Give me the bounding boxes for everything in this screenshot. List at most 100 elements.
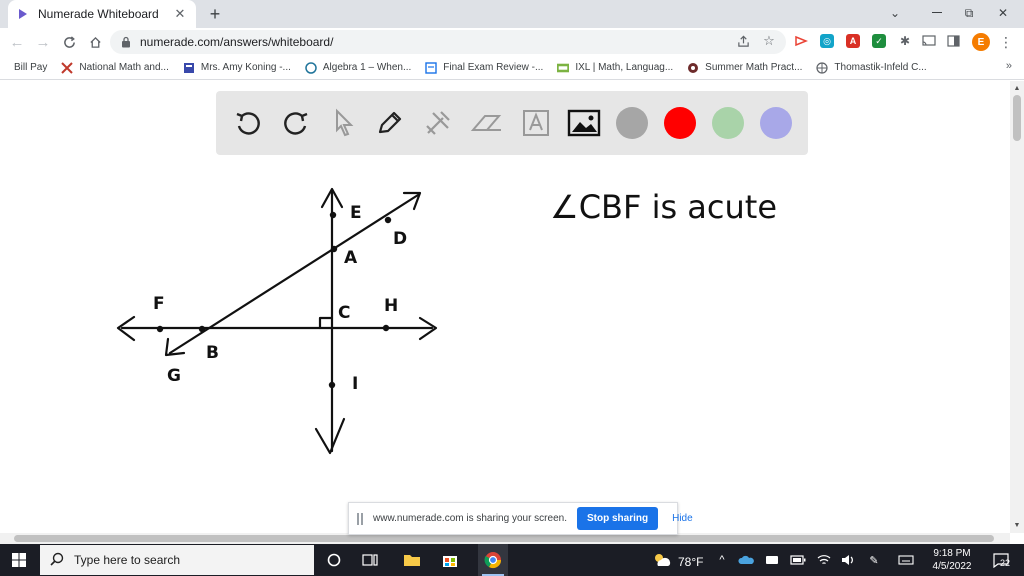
hide-button[interactable]: Hide	[666, 507, 699, 530]
onedrive-icon[interactable]	[738, 552, 754, 568]
statement-text: ∠CBF is acute	[550, 188, 777, 226]
bookmark-item[interactable]: Final Exam Review -...	[425, 61, 543, 74]
bookmark-item[interactable]: Thomastik-Infeld C...	[816, 61, 927, 74]
file-explorer-icon[interactable]	[402, 550, 422, 570]
globe-icon	[816, 61, 829, 74]
tab-strip: Numerade Whiteboard ✕ + ⌄ ⧉ ✕	[0, 0, 1024, 28]
notifications-icon[interactable]: 22	[990, 550, 1012, 570]
label-f: F	[153, 294, 165, 314]
eraser-icon[interactable]	[468, 105, 504, 141]
close-window-icon[interactable]: ✕	[988, 2, 1018, 24]
vertical-scrollbar[interactable]: ▲ ▼	[1010, 81, 1024, 533]
undo-icon[interactable]	[230, 105, 266, 141]
pointer-icon[interactable]	[326, 105, 362, 141]
circle-icon	[687, 62, 699, 74]
bookmark-item[interactable]: Bill Pay	[14, 62, 47, 73]
stop-sharing-button[interactable]: Stop sharing	[576, 507, 659, 530]
text-tool-icon[interactable]	[518, 105, 554, 141]
vertical-scroll-thumb[interactable]	[1013, 95, 1021, 141]
image-icon[interactable]	[566, 105, 602, 141]
point-i	[328, 381, 336, 389]
label-e: E	[350, 203, 362, 223]
numerade-favicon-icon	[16, 7, 30, 21]
scroll-down-icon[interactable]: ▼	[1013, 521, 1021, 529]
label-b: B	[206, 343, 219, 363]
clock-date: 4/5/2022	[932, 561, 972, 572]
new-tab-button[interactable]: +	[204, 4, 226, 24]
back-icon[interactable]: ←	[6, 32, 28, 52]
label-c: C	[338, 303, 350, 323]
restore-icon[interactable]: ⧉	[954, 2, 984, 24]
address-bar[interactable]: numerade.com/answers/whiteboard/	[110, 30, 786, 54]
share-message: www.numerade.com is sharing your screen.	[373, 513, 567, 524]
system-clock[interactable]: 9:18 PM 4/5/2022	[926, 547, 978, 573]
windows-start-icon[interactable]	[12, 553, 26, 567]
bookmark-label: Mrs. Amy Koning -...	[200, 62, 291, 73]
tab-numerade-whiteboard[interactable]: Numerade Whiteboard ✕	[8, 0, 196, 28]
right-angle-marker	[318, 316, 334, 330]
meet-now-icon[interactable]	[764, 552, 780, 568]
color-red-swatch[interactable]	[664, 107, 696, 139]
bookmark-label: Thomastik-Infeld C...	[834, 62, 927, 73]
temperature: 78°F	[678, 554, 704, 569]
show-hidden-icons-icon[interactable]: ^	[714, 552, 730, 568]
bookmark-label: Bill Pay	[14, 62, 48, 73]
weather-widget[interactable]: 78°F	[652, 552, 703, 571]
arrow-down	[314, 417, 346, 455]
nm-icon	[61, 61, 74, 74]
chevron-down-icon[interactable]: ⌄	[880, 2, 910, 24]
screencastify-icon[interactable]: ◎	[820, 34, 834, 48]
home-icon[interactable]	[84, 32, 106, 52]
windows-taskbar: Type here to search 78°F ^ ✎ 9:18 PM 4/5…	[0, 544, 1024, 576]
clock-time: 9:18 PM	[933, 548, 971, 559]
lock-icon	[120, 36, 132, 48]
profile-avatar[interactable]: E	[972, 33, 990, 51]
bookmark-star-icon[interactable]: ☆	[760, 32, 778, 50]
volume-icon[interactable]	[840, 552, 856, 568]
task-view-icon[interactable]	[360, 550, 380, 570]
point-f	[156, 325, 164, 333]
cortana-icon[interactable]	[324, 550, 344, 570]
side-panel-icon[interactable]	[946, 34, 960, 48]
bookmark-item[interactable]: Summer Math Pract...	[687, 62, 802, 74]
bookmarks-more-icon[interactable]: »	[1006, 60, 1012, 72]
tools-icon[interactable]	[420, 105, 456, 141]
battery-icon[interactable]	[790, 552, 806, 568]
keyboard-icon[interactable]	[898, 552, 914, 568]
whiteboard-toolbar	[216, 91, 808, 155]
point-e	[329, 211, 337, 219]
color-gray-swatch[interactable]	[616, 107, 648, 139]
form-icon	[425, 61, 437, 74]
cast-icon[interactable]	[922, 34, 936, 48]
screen-share-bar: www.numerade.com is sharing your screen.…	[348, 502, 693, 535]
pen-icon[interactable]	[372, 105, 408, 141]
bookmark-item[interactable]: Algebra 1 – When...	[305, 61, 411, 74]
pen-workspace-icon[interactable]: ✎	[866, 552, 882, 568]
minimize-button[interactable]	[922, 2, 952, 24]
microsoft-store-icon[interactable]	[440, 550, 460, 570]
bookmark-item[interactable]: IXL | Math, Languag...	[557, 62, 673, 74]
pdf-extension-icon[interactable]: A	[846, 34, 860, 48]
scroll-up-icon[interactable]: ▲	[1013, 84, 1021, 92]
drag-handle-icon[interactable]	[357, 512, 363, 526]
bookmark-item[interactable]: National Math and...	[61, 61, 169, 74]
reload-icon[interactable]	[58, 32, 80, 52]
wifi-icon[interactable]	[816, 552, 832, 568]
forward-icon[interactable]: →	[32, 32, 54, 52]
color-purple-swatch[interactable]	[760, 107, 792, 139]
redo-icon[interactable]	[278, 105, 314, 141]
menu-icon[interactable]: ⋮	[998, 33, 1014, 51]
bookmark-label: National Math and...	[79, 62, 169, 73]
bookmark-label: IXL | Math, Languag...	[575, 62, 674, 73]
tab-close-icon[interactable]: ✕	[172, 6, 188, 22]
grammar-extension-icon[interactable]: ✓	[872, 34, 886, 48]
horizontal-scroll-thumb[interactable]	[14, 535, 994, 542]
cast-extension-icon[interactable]	[794, 34, 808, 48]
color-green-swatch[interactable]	[712, 107, 744, 139]
taskbar-search[interactable]: Type here to search	[40, 545, 314, 575]
chrome-icon[interactable]	[483, 550, 503, 570]
url-text: numerade.com/answers/whiteboard/	[140, 35, 334, 49]
extensions-puzzle-icon[interactable]: ✱	[898, 34, 912, 48]
bookmark-item[interactable]: Mrs. Amy Koning -...	[183, 62, 291, 74]
share-icon[interactable]	[734, 32, 752, 50]
